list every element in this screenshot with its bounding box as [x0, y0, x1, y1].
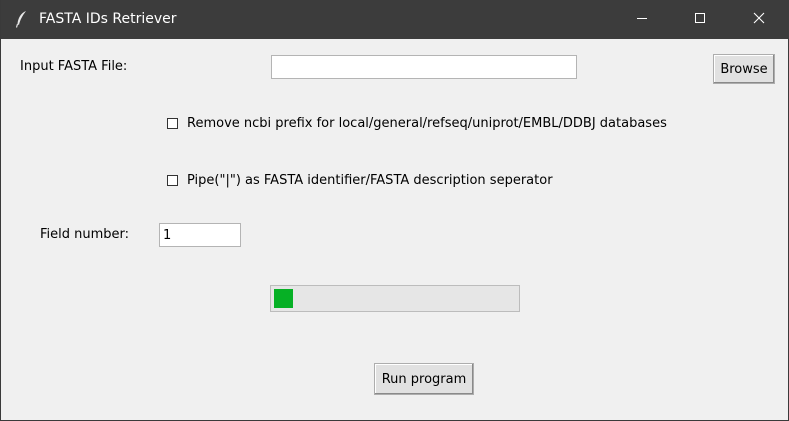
field-number-label: Field number: — [40, 227, 130, 242]
ncbi-prefix-option[interactable]: Remove ncbi prefix for local/general/ref… — [167, 116, 667, 131]
pipe-separator-option[interactable]: Pipe("|") as FASTA identifier/FASTA desc… — [167, 173, 553, 188]
progress-bar — [270, 285, 520, 312]
browse-button-label: Browse — [720, 61, 768, 77]
browse-button[interactable]: Browse — [713, 54, 775, 84]
input-file-field[interactable] — [271, 55, 577, 79]
minimize-button[interactable] — [613, 0, 671, 39]
window-title: FASTA IDs Retriever — [39, 11, 177, 27]
progress-bar-fill — [274, 289, 293, 308]
input-file-label: Input FASTA File: — [20, 59, 128, 74]
pipe-separator-checkbox[interactable] — [167, 175, 178, 186]
feather-icon — [14, 10, 30, 28]
minimize-icon — [636, 12, 648, 28]
maximize-icon — [694, 12, 706, 28]
run-program-button[interactable]: Run program — [374, 363, 474, 395]
run-program-label: Run program — [381, 371, 467, 387]
ncbi-prefix-checkbox[interactable] — [167, 118, 178, 129]
app-window: FASTA IDs Retriever Input FASTA File: Br… — [0, 0, 789, 421]
pipe-separator-label: Pipe("|") as FASTA identifier/FASTA desc… — [187, 173, 553, 188]
close-button[interactable] — [730, 0, 788, 39]
field-number-field[interactable] — [159, 223, 241, 247]
title-bar[interactable]: FASTA IDs Retriever — [1, 0, 789, 39]
ncbi-prefix-label: Remove ncbi prefix for local/general/ref… — [187, 116, 667, 131]
maximize-button[interactable] — [671, 0, 729, 39]
close-icon — [753, 12, 765, 28]
